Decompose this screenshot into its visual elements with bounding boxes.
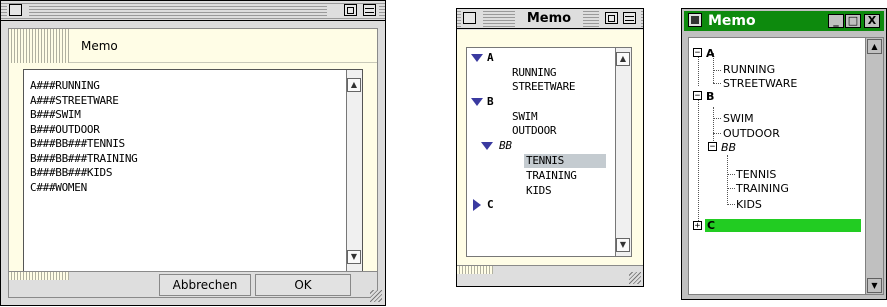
tree-view[interactable]: − A RUNNING STREETWARE − B SWIM OUTDOOR …: [688, 37, 884, 295]
memo-line: B###BB###KIDS: [30, 166, 113, 179]
collapse-bb-icon[interactable]: −: [708, 142, 717, 152]
dialog-footer: Abbrechen OK: [9, 271, 377, 297]
hierarchical-list[interactable]: A RUNNING STREETWARE B SWIM OUTDOOR BB T…: [466, 47, 632, 257]
disclosure-triangle-open-icon[interactable]: [481, 142, 493, 150]
list-content: A RUNNING STREETWARE B SWIM OUTDOOR BB T…: [457, 30, 643, 286]
list-item-kids[interactable]: KIDS: [526, 184, 552, 198]
list-item-bb[interactable]: BB: [499, 139, 512, 153]
tree-connector: [727, 204, 735, 205]
tree-connector: [727, 155, 728, 205]
memo-line: C###WOMEN: [30, 181, 87, 194]
tree-node-running[interactable]: RUNNING: [723, 63, 775, 76]
top-stripes: [457, 30, 643, 38]
tree-node-tennis[interactable]: TENNIS: [736, 168, 776, 181]
tree-connector: [713, 70, 721, 71]
memo-line: B###BB###TRAINING: [30, 152, 138, 165]
tree-node-kids[interactable]: KIDS: [736, 198, 762, 211]
close-box-icon[interactable]: [463, 12, 476, 24]
memo-line: B###SWIM: [30, 108, 81, 121]
scroll-down-arrow-icon[interactable]: ▼: [867, 278, 882, 293]
dialog-content: Memo A###RUNNING A###STREETWARE B###SWIM…: [8, 28, 378, 298]
vertical-scrollbar[interactable]: ▲ ▼: [615, 48, 631, 256]
tree-connector: [713, 107, 714, 143]
list-window-title: Memo: [515, 11, 583, 27]
tree-node-c-selected[interactable]: C: [705, 219, 861, 232]
list-item-streetware[interactable]: STREETWARE: [512, 80, 576, 94]
collapse-box-icon[interactable]: [623, 12, 636, 24]
tree-node-b[interactable]: B: [706, 90, 714, 103]
tree-node-a[interactable]: A: [706, 47, 715, 60]
application-icon[interactable]: [688, 13, 702, 27]
scroll-up-arrow-icon[interactable]: ▲: [616, 52, 630, 66]
tree-node-bb[interactable]: BB: [721, 141, 736, 154]
memo-line: A###RUNNING: [30, 79, 100, 92]
resize-grip-icon[interactable]: [629, 272, 641, 284]
scroll-down-arrow-icon[interactable]: ▼: [347, 250, 361, 264]
memo-header-label: Memo: [81, 39, 118, 53]
list-item-running[interactable]: RUNNING: [512, 66, 557, 80]
header-stripes: [9, 29, 69, 63]
tree-connector: [713, 83, 721, 84]
cancel-button[interactable]: Abbrechen: [159, 274, 251, 296]
tree-node-outdoor[interactable]: OUTDOOR: [723, 127, 780, 140]
memo-header: Memo: [9, 29, 377, 63]
vertical-scrollbar[interactable]: ▲ ▼: [865, 38, 883, 294]
close-button[interactable]: X: [864, 14, 880, 28]
memo-dialog-window: Memo A###RUNNING A###STREETWARE B###SWIM…: [0, 0, 386, 306]
collapse-box-icon[interactable]: [363, 4, 376, 16]
zoom-box-icon[interactable]: [605, 12, 618, 24]
resize-grip-icon[interactable]: [370, 290, 382, 302]
collapse-b-icon[interactable]: −: [693, 91, 702, 101]
disclosure-triangle-open-icon[interactable]: [471, 54, 483, 62]
tree-connector: [727, 188, 735, 189]
memo-line: A###STREETWARE: [30, 94, 119, 107]
scroll-up-arrow-icon[interactable]: ▲: [867, 39, 882, 54]
list-item-a[interactable]: A: [487, 51, 494, 65]
memo-line: B###BB###TENNIS: [30, 137, 125, 150]
disclosure-triangle-closed-icon[interactable]: [473, 199, 481, 211]
tree-title-bar[interactable]: Memo _ □ X: [684, 11, 884, 31]
tree-node-streetware[interactable]: STREETWARE: [723, 77, 797, 90]
list-item-swim[interactable]: SWIM: [512, 110, 538, 124]
close-box-icon[interactable]: [9, 4, 22, 16]
list-item-tennis-selected[interactable]: TENNIS: [524, 154, 606, 168]
tree-node-swim[interactable]: SWIM: [723, 112, 754, 125]
tree-node-training[interactable]: TRAINING: [736, 182, 789, 195]
minimize-button[interactable]: _: [828, 14, 844, 28]
memo-text-area[interactable]: A###RUNNING A###STREETWARE B###SWIM B###…: [23, 69, 363, 273]
maximize-button[interactable]: □: [845, 14, 861, 28]
ok-button[interactable]: OK: [255, 274, 351, 296]
footer-stripes: [457, 266, 493, 274]
list-title-bar[interactable]: Memo: [457, 9, 643, 29]
vertical-scrollbar[interactable]: ▲ ▼: [346, 70, 362, 272]
zoom-box-icon[interactable]: [344, 4, 357, 16]
tree-connector: [727, 174, 735, 175]
tree-connector: [713, 133, 721, 134]
list-item-c[interactable]: C: [487, 198, 494, 212]
memo-line: B###OUTDOOR: [30, 123, 100, 136]
list-item-training[interactable]: TRAINING: [526, 169, 577, 183]
list-item-b[interactable]: B: [487, 95, 494, 109]
scroll-down-arrow-icon[interactable]: ▼: [616, 238, 630, 252]
tree-window-title: Memo: [708, 13, 756, 29]
list-item-outdoor[interactable]: OUTDOOR: [512, 124, 557, 138]
collapse-a-icon[interactable]: −: [693, 48, 702, 58]
expand-c-icon[interactable]: +: [693, 221, 702, 231]
scroll-up-arrow-icon[interactable]: ▲: [347, 78, 361, 92]
mac-list-window: Memo A RUNNING STREETWARE B SWIM OUTDOOR…: [456, 8, 644, 287]
list-footer: [457, 265, 643, 286]
disclosure-triangle-open-icon[interactable]: [471, 98, 483, 106]
footer-stripes: [9, 272, 69, 280]
tree-connector: [713, 118, 721, 119]
dialog-title-bar[interactable]: [1, 1, 385, 21]
windows-tree-window: Memo _ □ X − A RUNNING STREETWARE − B SW…: [681, 8, 887, 300]
tree-connector: [698, 94, 699, 227]
